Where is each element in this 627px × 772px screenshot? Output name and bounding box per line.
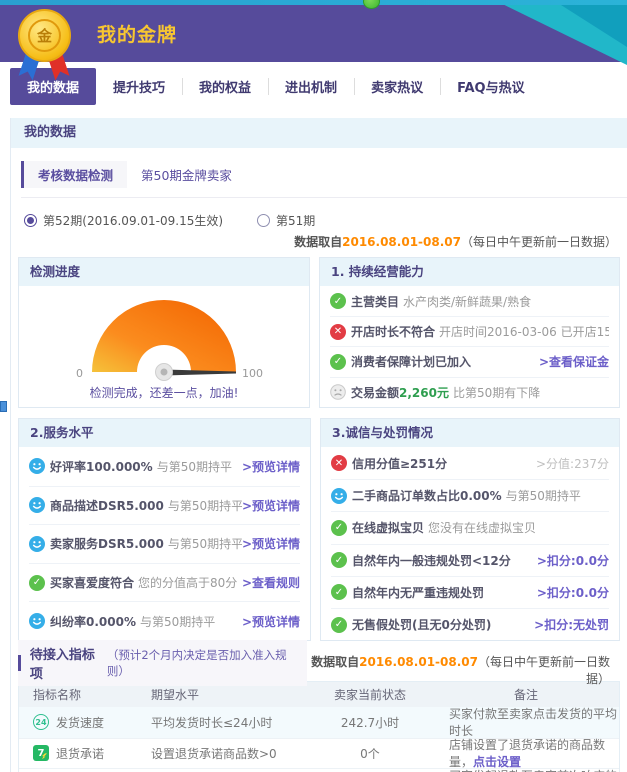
check-icon: ✓ bbox=[330, 354, 346, 370]
ability-row-category: ✓ 主营类目 水产肉类/新鲜蔬果/熟食 bbox=[330, 286, 609, 316]
radio-unselected-icon bbox=[257, 214, 270, 227]
table-row-shipping-speed: 24 发货速度 平均发货时长≤24小时 242.7小时 买家付款至卖家点击发货的… bbox=[19, 707, 619, 738]
panel-ability: 1. 持续经营能力 ✓ 主营类目 水产肉类/新鲜蔬果/熟食 ✕ 开店时长不符合 bbox=[319, 257, 620, 408]
preview-detail-link[interactable]: >预览详情 bbox=[242, 613, 300, 630]
tab-faq[interactable]: FAQ与热议 bbox=[440, 68, 542, 105]
gauge-min-label: 0 bbox=[76, 367, 83, 380]
col-header-remark: 备注 bbox=[433, 686, 619, 703]
check-icon: ✓ bbox=[330, 293, 346, 309]
check-icon: ✓ bbox=[331, 584, 347, 600]
data-source-note: 数据取自2016.08.01-08.07（每日中午更新前一日数据） bbox=[11, 233, 627, 253]
radio-period-52[interactable]: 第52期(2016.09.01-09.15生效) bbox=[24, 212, 223, 229]
check-icon: ✓ bbox=[331, 552, 347, 568]
deduction-points-link[interactable]: >扣分:0.0分 bbox=[537, 584, 609, 601]
radio-selected-icon bbox=[24, 214, 37, 227]
view-deposit-link[interactable]: >查看保证金 bbox=[539, 353, 609, 370]
smile-icon bbox=[331, 488, 347, 504]
smile-icon bbox=[29, 497, 45, 513]
nav-tabbar: 我的数据 提升技巧 我的权益 进出机制 卖家热议 FAQ与热议 bbox=[0, 62, 627, 110]
panel-integrity: 3.诚信与处罚情况 ✕ 信用分值≥251分 >分值:237分 二手商品订单数占比… bbox=[320, 418, 620, 641]
gold-medal-icon: 金 bbox=[16, 9, 74, 89]
ability-row-shop-age: ✕ 开店时长不符合 开店时间2016-03-06 已开店156天 bbox=[330, 316, 609, 346]
integrity-row-credit-score: ✕ 信用分值≥251分 >分值:237分 bbox=[331, 447, 609, 479]
tab-improve-skills[interactable]: 提升技巧 bbox=[96, 68, 182, 105]
panel-progress-title: 检测进度 bbox=[19, 258, 309, 286]
medal-coin: 金 bbox=[18, 9, 71, 62]
neutral-face-icon bbox=[330, 384, 346, 400]
service-row-positive-rate: 好评率100.000% 与第50期持平 >预览详情 bbox=[29, 447, 300, 486]
preview-detail-link[interactable]: >预览详情 bbox=[242, 458, 300, 475]
panels-row-2: 2.服务水平 好评率100.000% 与第50期持平 >预览详情 商品 bbox=[18, 418, 620, 641]
preview-detail-link[interactable]: >预览详情 bbox=[242, 535, 300, 552]
service-row-item-dsr: 商品描述DSR5.000 与第50期持平 >预览详情 bbox=[29, 486, 300, 525]
subtab-period-50-sellers[interactable]: 第50期金牌卖家 bbox=[127, 161, 246, 188]
table-header-row: 指标名称 期望水平 卖家当前状态 备注 bbox=[19, 682, 619, 707]
tab-my-benefits[interactable]: 我的权益 bbox=[182, 68, 268, 105]
period-selector: 第52期(2016.09.01-09.15生效) 第51期 bbox=[24, 209, 627, 231]
gauge-chart: 0 100 bbox=[64, 292, 264, 382]
ability-row-trade-amount: 交易金额 2,260元 比第50期有下降 bbox=[330, 377, 609, 407]
gauge-max-label: 100 bbox=[242, 367, 263, 380]
main-content: 我的数据 考核数据检测 第50期金牌卖家 第52期(2016.09.01-09.… bbox=[10, 118, 627, 772]
panel-ability-title: 1. 持续经营能力 bbox=[320, 258, 619, 286]
check-icon: ✓ bbox=[29, 575, 45, 591]
table-row-refund-duration: ￥ 退款时长 平均响应时长≤24小时 0.0小时 买家发起退款至卖家首次响应的平… bbox=[19, 768, 619, 772]
data-source-date: 2016.08.01-08.07 bbox=[342, 235, 461, 249]
tab-entry-exit-rules[interactable]: 进出机制 bbox=[268, 68, 354, 105]
page-title: 我的金牌 bbox=[97, 20, 177, 47]
table-row-return-promise: 7 退货承诺 设置退货承诺商品数>0 0个 店铺设置了退货承诺的商品数量，点击设… bbox=[19, 738, 619, 769]
service-row-buyer-favor: ✓ 买家喜爱度符合 您的分值高于80分 >查看规则 bbox=[29, 563, 300, 602]
trade-amount-value: 2,260元 bbox=[399, 384, 449, 401]
data-source-date: 2016.08.01-08.07 bbox=[359, 655, 478, 669]
scroll-marker bbox=[0, 401, 7, 412]
service-row-dispute-rate: 纠纷率0.000% 与第50期持平 >预览详情 bbox=[29, 601, 300, 640]
service-row-seller-dsr: 卖家服务DSR5.000 与第50期持平 >预览详情 bbox=[29, 524, 300, 563]
integrity-row-secondhand: 二手商品订单数占比0.00% 与第50期持平 bbox=[331, 479, 609, 511]
gauge-caption: 检测完成，还差一点，加油! bbox=[90, 384, 239, 401]
integrity-row-counterfeit: ✓ 无售假处罚(且无0分处罚) >扣分:无处罚 bbox=[331, 608, 609, 640]
page-header: 金 我的金牌 bbox=[0, 5, 627, 62]
pending-metrics-table: 指标名称 期望水平 卖家当前状态 备注 24 发货速度 平均发货时长≤24小时 … bbox=[18, 681, 620, 772]
integrity-row-serious-violation: ✓ 自然年内无严重违规处罚 >扣分:0.0分 bbox=[331, 576, 609, 608]
check-icon: ✓ bbox=[331, 520, 347, 536]
panel-integrity-title: 3.诚信与处罚情况 bbox=[321, 419, 619, 447]
pending-title: 待接入指标项 bbox=[30, 644, 103, 682]
deduction-points-link[interactable]: >扣分:无处罚 bbox=[534, 616, 609, 633]
panel-service: 2.服务水平 好评率100.000% 与第50期持平 >预览详情 商品 bbox=[18, 418, 311, 641]
subtab-bar: 考核数据检测 第50期金牌卖家 bbox=[21, 161, 627, 198]
subtab-assessment-check[interactable]: 考核数据检测 bbox=[21, 161, 127, 188]
view-rules-link[interactable]: >查看规则 bbox=[242, 574, 300, 591]
top-accent-strip bbox=[0, 0, 627, 5]
col-header-current-status: 卖家当前状态 bbox=[307, 686, 433, 703]
my-gold-medal-page: 金 我的金牌 我的数据 提升技巧 我的权益 进出机制 卖家热议 FAQ与热议 我… bbox=[0, 0, 627, 772]
panel-progress: 检测进度 0 bbox=[18, 257, 310, 408]
pending-section-header: 待接入指标项 （预计2个月内决定是否加入准入规则） 数据取自2016.08.01… bbox=[18, 650, 620, 676]
col-header-metric-name: 指标名称 bbox=[19, 686, 151, 703]
smile-icon bbox=[29, 613, 45, 629]
radio-period-51[interactable]: 第51期 bbox=[257, 212, 315, 229]
integrity-row-virtual-items: ✓ 在线虚拟宝贝 您没有在线虚拟宝贝 bbox=[331, 511, 609, 543]
check-icon: ✓ bbox=[331, 617, 347, 633]
section-title-my-data: 我的数据 bbox=[11, 118, 627, 148]
deduction-points-link[interactable]: >扣分:0.0分 bbox=[537, 552, 609, 569]
tab-seller-discussion[interactable]: 卖家热议 bbox=[354, 68, 440, 105]
smile-icon bbox=[29, 536, 45, 552]
data-source-note: 数据取自2016.08.01-08.07（每日中午更新前一日数据） bbox=[307, 653, 620, 673]
preview-detail-link[interactable]: >预览详情 bbox=[242, 497, 300, 514]
cross-icon: ✕ bbox=[330, 324, 346, 340]
integrity-row-general-violation: ✓ 自然年内一般违规处罚<12分 >扣分:0.0分 bbox=[331, 544, 609, 576]
medal-coin-text: 金 bbox=[28, 19, 61, 52]
progress-gauge: 0 100 检测完成，还差一点，加油! bbox=[19, 286, 309, 407]
smile-icon bbox=[29, 458, 45, 474]
credit-score-value: >分值:237分 bbox=[536, 455, 609, 472]
speed-24-icon: 24 bbox=[33, 714, 49, 730]
col-header-expected-level: 期望水平 bbox=[151, 686, 307, 703]
pending-note: （预计2个月内决定是否加入准入规则） bbox=[107, 647, 297, 679]
title-accent-bar bbox=[18, 655, 21, 671]
cross-icon: ✕ bbox=[331, 455, 347, 471]
panels-row-1: 检测进度 0 bbox=[18, 257, 620, 408]
return-7-icon: 7 bbox=[33, 745, 49, 761]
ability-row-consumer-protection: ✓ 消费者保障计划已加入 >查看保证金 bbox=[330, 346, 609, 376]
panel-service-title: 2.服务水平 bbox=[19, 419, 310, 447]
